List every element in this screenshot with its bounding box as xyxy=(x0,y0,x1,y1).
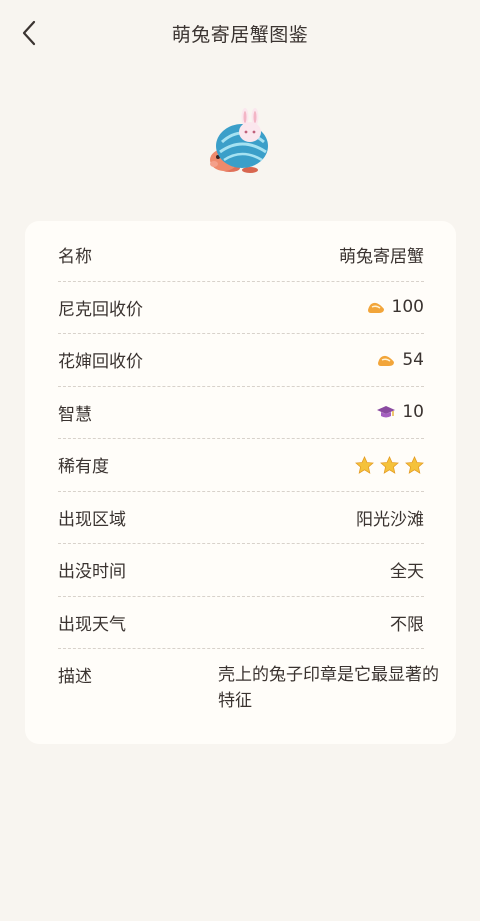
area-value: 阳光沙滩 xyxy=(356,509,424,530)
star-icon xyxy=(405,455,424,474)
row-weather: 出现天气 不限 xyxy=(58,597,424,649)
row-name: 名称 萌兔寄居蟹 xyxy=(58,229,424,282)
nick-price-label: 尼克回收价 xyxy=(58,299,143,320)
huaxi-price-value: 54 xyxy=(376,350,424,370)
weather-label: 出现天气 xyxy=(58,614,126,635)
huaxi-price-label: 花婶回收价 xyxy=(58,352,143,373)
row-huaxi-price: 花婶回收价 54 xyxy=(58,334,424,387)
wisdom-value: 10 xyxy=(376,402,424,422)
area-label: 出现区域 xyxy=(58,509,126,530)
time-label: 出没时间 xyxy=(58,562,126,583)
hermit-crab-image xyxy=(200,102,280,182)
details-card: 名称 萌兔寄居蟹 尼克回收价 100 花婶回收价 54 智慧 10 稀有度 出现… xyxy=(25,221,456,744)
rarity-label: 稀有度 xyxy=(58,457,109,478)
description-text: 壳上的兔子印章是它最显著的特征 xyxy=(218,665,439,711)
shoe-coin-icon xyxy=(367,303,384,314)
name-value: 萌兔寄居蟹 xyxy=(339,247,424,268)
row-description: 描述 壳上的兔子印章是它最显著的特征 xyxy=(58,662,439,711)
weather-value: 不限 xyxy=(390,614,424,635)
nick-price-value: 100 xyxy=(366,297,424,317)
star-icon xyxy=(380,455,399,474)
shoe-coin-icon xyxy=(378,355,395,366)
wisdom-label: 智慧 xyxy=(58,404,92,425)
name-label: 名称 xyxy=(58,247,92,268)
row-area: 出现区域 阳光沙滩 xyxy=(58,492,424,544)
row-wisdom: 智慧 10 xyxy=(58,387,424,439)
graduation-cap-icon xyxy=(377,406,396,418)
page-title: 萌兔寄居蟹图鉴 xyxy=(171,24,309,46)
row-time: 出没时间 全天 xyxy=(58,544,424,597)
header: 萌兔寄居蟹图鉴 xyxy=(0,0,480,68)
row-rarity: 稀有度 xyxy=(58,439,424,492)
row-nick-price: 尼克回收价 100 xyxy=(58,282,424,334)
star-icon xyxy=(355,455,374,474)
rarity-stars xyxy=(355,455,424,474)
time-value: 全天 xyxy=(390,562,424,583)
description-label: 描述 xyxy=(58,667,92,687)
